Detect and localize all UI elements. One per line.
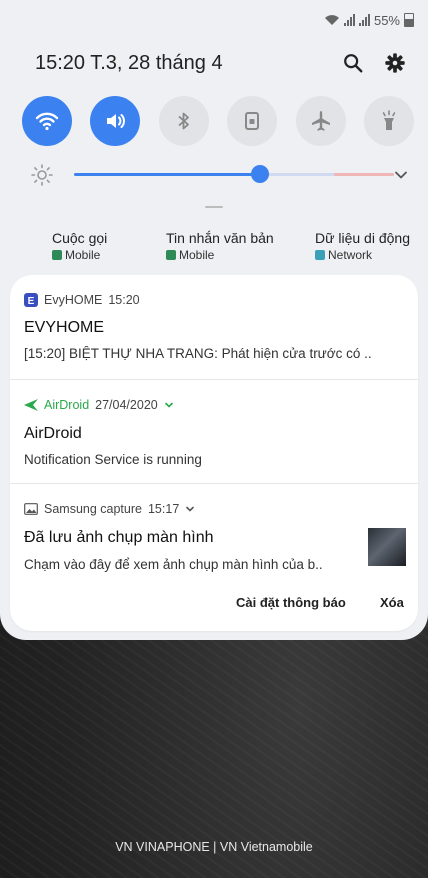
notification-title: Đã lưu ảnh chụp màn hình [24,529,214,546]
brightness-track-high [334,173,394,176]
sim-messages-sub: Mobile [179,248,215,262]
notification-app-name: EvyHOME [44,293,103,307]
flashlight-toggle[interactable] [363,96,414,146]
brightness-slider-thumb[interactable] [250,165,269,183]
airplane-icon [311,111,330,131]
chevron-down-icon[interactable] [164,400,174,410]
notification-body: Chạm vào đây để xem ảnh chụp màn hình củ… [24,557,323,572]
flashlight-icon [382,110,396,130]
drag-handle[interactable] [205,206,223,208]
sim-messages[interactable]: Tin nhắn văn bản Mobile [166,230,274,262]
airplane-toggle[interactable] [295,96,346,146]
sim-icon [52,250,62,260]
wifi-status-icon [324,15,339,25]
rotation-toggle[interactable] [227,96,278,146]
carrier-label: VN VINAPHONE | VN Vietnamobile [115,840,313,854]
battery-percent: 55% [373,12,400,28]
brightness-control [30,160,410,190]
sim-data[interactable]: Dữ liệu di động Network [315,230,410,262]
notification-airdroid[interactable]: AirDroid 27/04/2020 AirDroid Notificatio… [10,380,418,480]
airdroid-app-icon [24,399,38,411]
wifi-toggle[interactable] [22,96,72,146]
notification-evyhome[interactable]: E EvyHOME 15:20 EVYHOME [15:20] BIỆT THỰ… [10,275,418,375]
notifications-card: E EvyHOME 15:20 EVYHOME [15:20] BIỆT THỰ… [10,275,418,631]
rotation-lock-icon [245,112,260,130]
status-bar: 55% [324,10,414,30]
brightness-fill [74,173,260,176]
notification-samsung-capture[interactable]: Samsung capture 15:17 Đã lưu ảnh chụp mà… [10,484,418,584]
quick-settings [22,96,414,148]
notification-time: 15:20 [108,293,140,307]
notification-settings-button[interactable]: Cài đặt thông báo [236,595,346,610]
notification-body: Notification Service is running [24,452,202,467]
bluetooth-toggle[interactable] [158,96,209,146]
svg-text:E: E [28,296,35,307]
sim-settings: Cuộc gọi Mobile Tin nhắn văn bản Mobile … [52,230,422,266]
gear-icon[interactable] [384,52,406,74]
sim-calls[interactable]: Cuộc gọi Mobile [52,230,107,262]
sim-calls-sub: Mobile [65,248,101,262]
notification-body: [15:20] BIỆT THỰ NHA TRANG: Phát hiện cử… [24,346,372,361]
sim-data-sub: Network [328,248,373,262]
chevron-down-icon[interactable] [392,166,410,184]
notification-title: EVYHOME [24,319,105,336]
time-date: 15:20 T.3, 28 tháng 4 [35,52,223,74]
notification-time: 27/04/2020 [95,398,158,412]
battery-icon [404,13,414,27]
sim-messages-title: Tin nhắn văn bản [166,230,274,246]
brightness-sun-icon [31,164,53,186]
notification-time: 15:17 [147,502,180,516]
image-app-icon [24,503,38,515]
signal-icon-2 [358,14,370,26]
clear-button[interactable]: Xóa [380,595,404,610]
signal-icon [343,14,355,26]
speaker-icon [107,114,126,128]
wifi-icon [35,112,59,131]
search-icon[interactable] [342,52,364,74]
sim-data-title: Dữ liệu di động [315,230,410,246]
notification-app-name: Samsung capture [44,502,142,516]
screenshot-thumbnail[interactable] [368,528,406,566]
evyhome-app-icon: E [24,293,38,307]
sim-calls-title: Cuộc gọi [52,230,108,246]
network-sim-icon [315,250,325,260]
notification-app-name: AirDroid [44,398,90,412]
sound-toggle[interactable] [90,96,141,146]
notification-title: AirDroid [24,425,82,442]
sim-icon [166,250,176,260]
bluetooth-icon [178,112,189,130]
chevron-down-icon[interactable] [185,504,195,514]
